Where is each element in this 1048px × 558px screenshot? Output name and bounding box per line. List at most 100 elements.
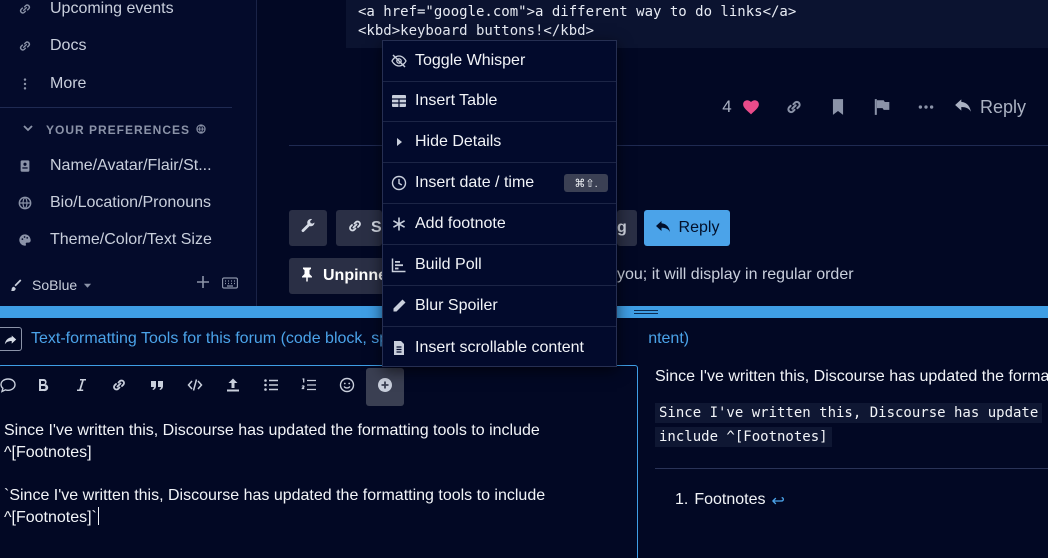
menu-item-hide-details[interactable]: Hide Details [383, 122, 616, 163]
composer-toolbar [0, 368, 404, 406]
code-button[interactable] [176, 368, 214, 406]
heart-icon[interactable] [738, 98, 764, 116]
id-card-icon [0, 159, 50, 173]
bullet-list-button[interactable] [252, 368, 290, 406]
thumbtack-icon [299, 266, 315, 287]
reply-to-title-tail: ntent) [648, 330, 690, 347]
more-ellipsis-icon[interactable] [904, 98, 948, 116]
menu-item-insert-table[interactable]: Insert Table [383, 81, 616, 122]
sidebar-footer: SoBlue [0, 270, 257, 300]
theme-selector[interactable]: SoBlue [32, 277, 77, 293]
menu-item-insert-scrollable[interactable]: Insert scrollable content [383, 327, 616, 368]
menu-item-label: Insert Table [415, 92, 498, 109]
pencil-icon [391, 298, 415, 314]
menu-item-label: Build Poll [415, 256, 482, 273]
link-icon [111, 377, 127, 398]
menu-item-insert-date-time[interactable]: Insert date / time ⌘⇧. [383, 163, 616, 204]
preview-paragraph: Since I've written this, Discourse has u… [655, 368, 1048, 385]
share-button[interactable]: S [336, 210, 382, 246]
sidebar-item-label: Upcoming events [50, 0, 174, 17]
menu-item-build-poll[interactable]: Build Poll [383, 245, 616, 286]
flag-icon[interactable] [860, 98, 904, 116]
sidebar-divider [0, 107, 232, 108]
link-icon [0, 39, 50, 53]
more-options-button[interactable] [366, 368, 404, 406]
like-count[interactable]: 4 [716, 97, 738, 117]
sidebar-item-bio-location[interactable]: Bio/Location/Pronouns [0, 188, 240, 218]
toggle-preview-button[interactable] [0, 368, 24, 406]
text-caret [97, 507, 99, 525]
menu-item-blur-spoiler[interactable]: Blur Spoiler [383, 286, 616, 327]
footnote-backref-icon[interactable]: ↩ [772, 491, 785, 511]
sidebar-item-label: Bio/Location/Pronouns [50, 194, 211, 211]
menu-item-label: Add footnote [415, 215, 506, 232]
preview-code-line: Since I've written this, Discourse has u… [655, 403, 1043, 423]
post-reply-button[interactable]: Reply [954, 96, 1026, 119]
sidebar-item-more[interactable]: More [0, 69, 240, 99]
reply-to-title-part: Text-formatting Tools for this forum (co… [31, 330, 389, 347]
post-actions: 4 Reply [716, 92, 1026, 122]
emoji-button[interactable] [328, 368, 366, 406]
menu-item-label: Blur Spoiler [415, 297, 498, 314]
numbered-list-icon [301, 377, 317, 398]
editor-line: Since I've written this, Discourse has u… [4, 422, 540, 461]
sidebar-item-name-avatar[interactable]: Name/Avatar/Flair/St... [0, 151, 240, 181]
sidebar-item-theme-color[interactable]: Theme/Color/Text Size [0, 225, 240, 255]
menu-item-label: Toggle Whisper [415, 52, 526, 69]
smile-icon [339, 377, 355, 398]
vertical-ellipsis-icon [0, 77, 50, 91]
chevron-down-icon [22, 122, 34, 137]
reply-arrow-icon [655, 218, 671, 239]
numbered-list-button[interactable] [290, 368, 328, 406]
plus-circle-icon [377, 377, 393, 398]
sidebar-item-upcoming-events[interactable]: Upcoming events [0, 0, 240, 24]
pin-notice: you; it will display in regular order [617, 266, 854, 283]
sidebar: Upcoming events Docs More YOUR PREFERENC… [0, 0, 257, 306]
composer-grip-handle[interactable] [634, 310, 658, 314]
sidebar-item-label: Docs [50, 37, 87, 54]
sidebar-item-docs[interactable]: Docs [0, 31, 240, 61]
menu-item-toggle-whisper[interactable]: Toggle Whisper [383, 41, 616, 82]
partially-hidden-button[interactable]: g [617, 210, 637, 246]
preview-code-line: include ^[Footnotes] [655, 427, 832, 447]
reply-arrow-icon [954, 96, 972, 119]
code-line: <kbd>keyboard buttons!</kbd> [358, 23, 595, 39]
footnote-text: Footnotes [694, 491, 766, 508]
speech-bubble-icon [0, 377, 16, 398]
keyboard-icon[interactable] [221, 276, 239, 292]
admin-wrench-button[interactable] [289, 210, 327, 246]
menu-item-add-footnote[interactable]: Add footnote [383, 204, 616, 245]
blockquote-button[interactable] [138, 368, 176, 406]
editor-line-text: `Since I've written this, Discourse has … [4, 487, 546, 526]
footnotes-list: 1. Footnotes ↩ [675, 491, 1048, 511]
italic-icon [73, 377, 89, 398]
sidebar-item-label: More [50, 75, 87, 92]
unpin-button[interactable]: Unpinne [289, 258, 389, 294]
footnotes-separator [655, 468, 1048, 469]
upload-button[interactable] [214, 368, 252, 406]
copy-link-icon[interactable] [772, 98, 816, 116]
preview-inline-code: Since I've written this, Discourse has u… [655, 401, 1048, 449]
composer-textarea[interactable]: Since I've written this, Discourse has u… [4, 420, 624, 550]
caret-down-icon[interactable] [83, 277, 92, 293]
code-line: <a href="google.com">a different way to … [358, 4, 797, 20]
reply-to-share-icon[interactable] [0, 327, 22, 351]
bold-icon [35, 377, 51, 398]
caret-right-icon [391, 134, 415, 150]
chart-bar-icon [391, 257, 415, 273]
globe-icon [0, 196, 50, 210]
editor-line: `Since I've written this, Discourse has … [4, 485, 624, 529]
scroll-file-icon [391, 340, 415, 356]
plus-icon[interactable] [196, 275, 210, 292]
sidebar-item-label: Theme/Color/Text Size [50, 231, 212, 248]
unpin-label: Unpinne [323, 267, 387, 284]
bookmark-icon[interactable] [816, 98, 860, 116]
topic-reply-button[interactable]: Reply [644, 210, 730, 246]
composer-preview: Since I've written this, Discourse has u… [655, 365, 1048, 558]
bold-button[interactable] [24, 368, 62, 406]
sidebar-section-preferences[interactable]: YOUR PREFERENCES [22, 122, 206, 137]
link-button[interactable] [100, 368, 138, 406]
quote-icon [149, 377, 165, 398]
italic-button[interactable] [62, 368, 100, 406]
share-label: S [371, 219, 382, 236]
